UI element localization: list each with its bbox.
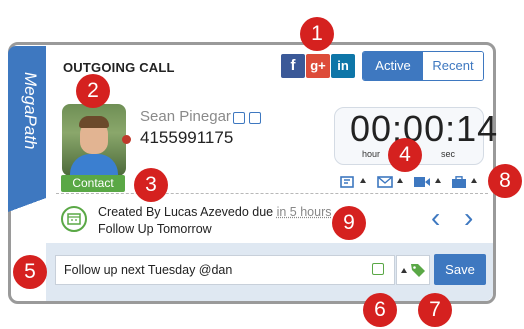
briefcase-icon[interactable] <box>451 176 467 188</box>
contact-name[interactable]: Sean Pinegar <box>140 108 231 125</box>
date-picker-icon[interactable] <box>372 263 384 275</box>
sec-label: sec <box>441 149 456 159</box>
edit-contact-icon[interactable] <box>233 112 245 124</box>
tag-caret-icon <box>401 268 407 273</box>
avatar-shirt <box>70 154 118 176</box>
email-icon[interactable] <box>377 176 393 188</box>
callout-5: 5 <box>13 255 47 289</box>
callout-9: 9 <box>332 206 366 240</box>
megapath-logo: MegaPath <box>21 72 40 150</box>
transfer-caret-icon[interactable] <box>360 178 366 183</box>
contact-avatar[interactable] <box>62 104 126 176</box>
open-contact-icon[interactable] <box>249 112 261 124</box>
call-transfer-icon[interactable] <box>340 176 356 188</box>
callout-3: 3 <box>134 168 168 202</box>
task-meta: Created By Lucas Azevedo due in 5 hours <box>98 205 332 219</box>
active-tab[interactable]: Active <box>363 52 423 80</box>
task-subject: Follow Up Tomorrow <box>98 222 212 236</box>
callout-4: 4 <box>388 138 422 172</box>
linkedin-icon[interactable]: in <box>331 54 355 78</box>
save-button[interactable]: Save <box>434 254 486 285</box>
avatar-hair <box>79 116 109 128</box>
video-icon[interactable] <box>413 176 431 188</box>
contact-badge[interactable]: Contact <box>61 175 125 192</box>
callout-8: 8 <box>488 164 522 198</box>
view-toggle: Active Recent <box>362 51 484 81</box>
briefcase-caret-icon[interactable] <box>471 178 477 183</box>
next-task-button[interactable]: › <box>464 204 473 232</box>
task-created-by: Created By Lucas Azevedo due <box>98 205 277 219</box>
recent-tab[interactable]: Recent <box>423 52 483 80</box>
callout-2: 2 <box>76 74 110 108</box>
callout-1: 1 <box>300 17 334 51</box>
callout-6: 6 <box>363 293 397 327</box>
task-due[interactable]: in 5 hours <box>277 205 332 219</box>
call-type-title: OUTGOING CALL <box>63 60 175 75</box>
facebook-icon[interactable]: f <box>281 54 305 78</box>
tag-button[interactable] <box>396 255 430 285</box>
callout-7: 7 <box>418 293 452 327</box>
call-timer: 00:00:14 <box>350 108 499 149</box>
tag-icon <box>411 264 425 277</box>
contact-phone: 4155991175 <box>140 128 234 147</box>
hour-label: hour <box>362 149 381 159</box>
video-caret-icon[interactable] <box>435 178 441 183</box>
divider <box>56 193 488 194</box>
status-indicator <box>122 135 131 144</box>
email-caret-icon[interactable] <box>397 178 403 183</box>
note-input[interactable]: Follow up next Tuesday @dan <box>55 255 395 285</box>
google-plus-icon[interactable]: g+ <box>306 54 330 78</box>
prev-task-button[interactable]: ‹ <box>431 204 440 232</box>
task-calendar-icon <box>61 206 87 232</box>
